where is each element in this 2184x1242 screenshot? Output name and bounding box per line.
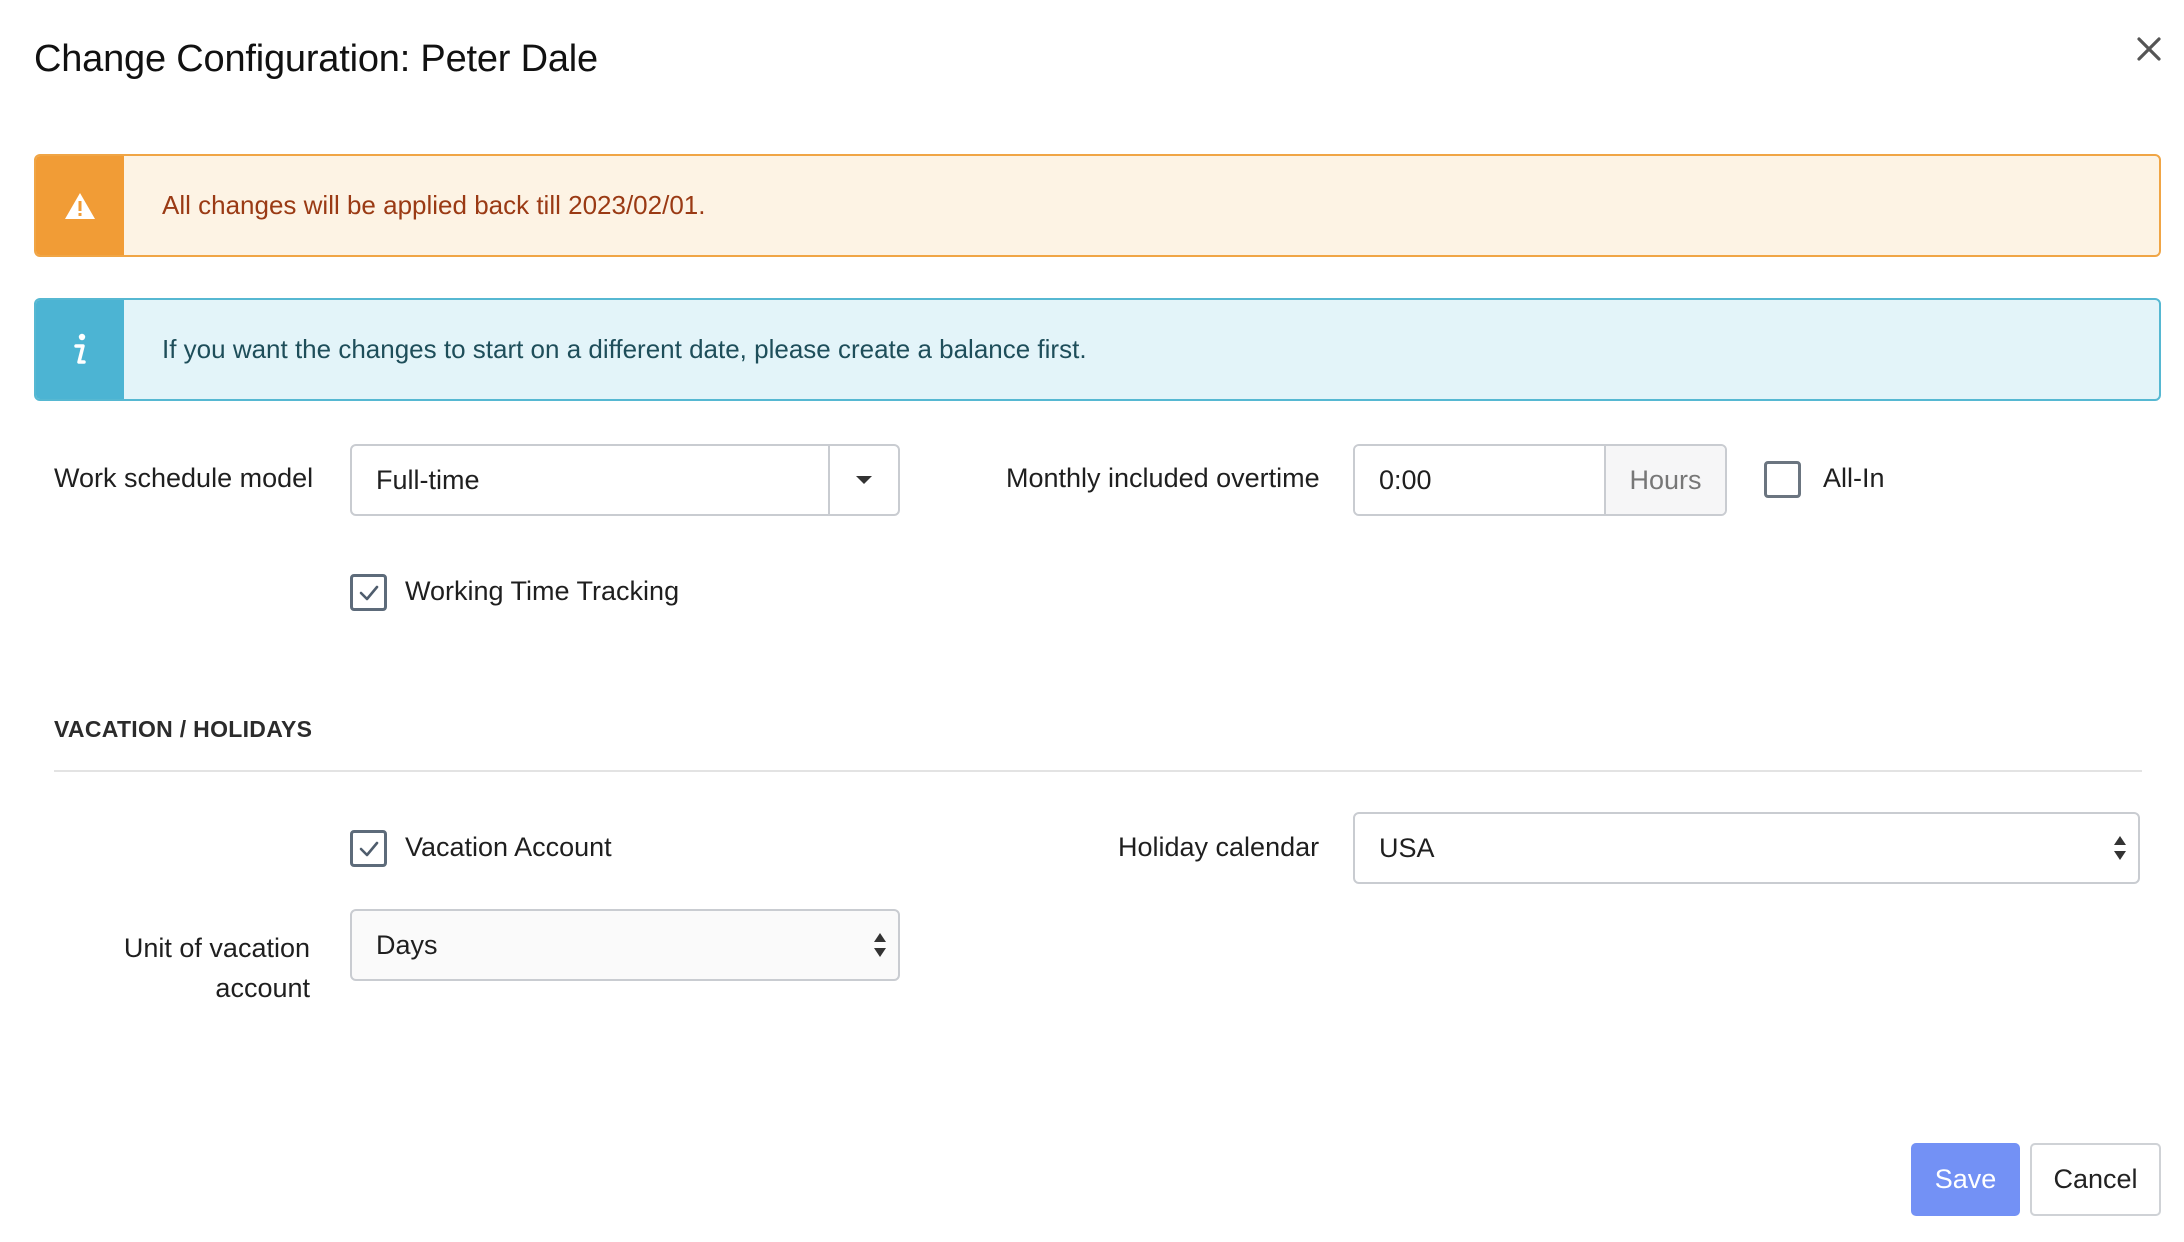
vacation-account-checkbox[interactable]	[350, 830, 387, 867]
close-icon[interactable]	[2124, 24, 2174, 74]
dialog-title: Change Configuration: Peter Dale	[34, 38, 598, 80]
section-title: VACATION / HOLIDAYS	[54, 716, 313, 742]
holiday-calendar-value: USA	[1379, 832, 1435, 863]
divider	[54, 770, 2142, 772]
info-text: If you want the changes to start on a di…	[162, 334, 1087, 364]
work-schedule-value: Full-time	[376, 464, 480, 495]
hours-addon: Hours	[1606, 446, 1725, 514]
unit-vacation-select[interactable]: Days	[350, 909, 900, 981]
chevron-down-icon[interactable]	[828, 446, 898, 514]
work-schedule-label: Work schedule model	[54, 463, 314, 493]
warning-text: All changes will be applied back till 20…	[162, 190, 706, 220]
all-in-checkbox[interactable]	[1764, 461, 1801, 498]
all-in-label: All-In	[1823, 463, 1885, 493]
unit-vacation-label-line1: Unit of vacation	[123, 933, 310, 963]
vacation-account-label: Vacation Account	[405, 832, 612, 862]
overtime-input[interactable]	[1355, 446, 1606, 514]
holiday-calendar-label: Holiday calendar	[1118, 832, 1320, 862]
overtime-label: Monthly included overtime	[1006, 463, 1320, 493]
unit-vacation-label-line2: account	[215, 973, 310, 1003]
holiday-calendar-select[interactable]: USA	[1353, 812, 2140, 884]
checkmark-icon	[359, 585, 378, 600]
unit-vacation-value: Days	[376, 929, 438, 960]
info-icon	[36, 300, 124, 399]
warning-icon	[36, 156, 124, 255]
unit-vacation-label: Unit of vacation account	[96, 928, 310, 1008]
cancel-button[interactable]: Cancel	[2030, 1143, 2161, 1216]
overtime-group: Hours	[1353, 444, 1727, 516]
warning-alert: All changes will be applied back till 20…	[34, 154, 2161, 257]
working-time-tracking-checkbox[interactable]	[350, 574, 387, 611]
checkmark-icon	[359, 841, 378, 856]
sort-arrows-icon	[2114, 836, 2126, 860]
info-alert: If you want the changes to start on a di…	[34, 298, 2161, 401]
working-time-tracking-label: Working Time Tracking	[405, 576, 680, 606]
work-schedule-select[interactable]: Full-time	[350, 444, 900, 516]
sort-arrows-icon	[874, 933, 886, 957]
save-button[interactable]: Save	[1911, 1143, 2020, 1216]
